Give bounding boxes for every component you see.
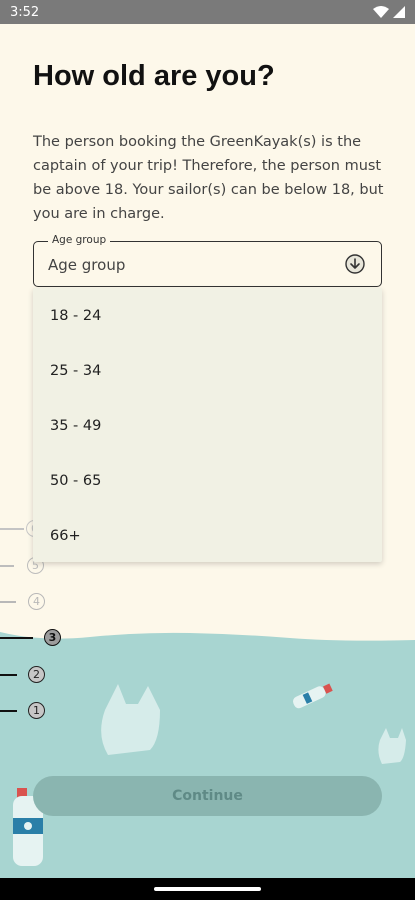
step-line (0, 601, 16, 603)
home-handle[interactable] (154, 887, 261, 891)
age-group-label: Age group (48, 234, 111, 246)
step-line (0, 710, 17, 712)
navigation-bar (0, 878, 415, 900)
age-group-dropdown: 18 - 24 25 - 34 35 - 49 50 - 65 66+ (33, 288, 382, 562)
age-group-value: Age group (48, 256, 126, 274)
step-line (0, 637, 33, 639)
page-title: How old are you? (33, 60, 275, 92)
cell-signal-icon (393, 6, 405, 18)
wifi-icon (373, 6, 389, 18)
step-3-current: 3 (44, 629, 61, 646)
page-description: The person booking the GreenKayak(s) is … (33, 134, 384, 222)
step-line (0, 674, 17, 676)
continue-button[interactable]: Continue (33, 776, 382, 816)
chevron-down-icon[interactable] (345, 254, 365, 274)
step-line (0, 565, 14, 567)
age-group-select[interactable]: Age group Age group (33, 234, 382, 287)
status-bar: 3:52 (0, 0, 415, 24)
age-option[interactable]: 66+ (33, 508, 382, 563)
age-option[interactable]: 50 - 65 (33, 453, 382, 508)
age-option[interactable]: 25 - 34 (33, 343, 382, 398)
status-time: 3:52 (10, 4, 40, 20)
step-4: 4 (28, 593, 45, 610)
age-option[interactable]: 18 - 24 (33, 288, 382, 343)
status-icons (373, 6, 405, 18)
step-2: 2 (28, 666, 45, 683)
step-line (0, 528, 24, 530)
age-option[interactable]: 35 - 49 (33, 398, 382, 453)
step-1: 1 (28, 702, 45, 719)
